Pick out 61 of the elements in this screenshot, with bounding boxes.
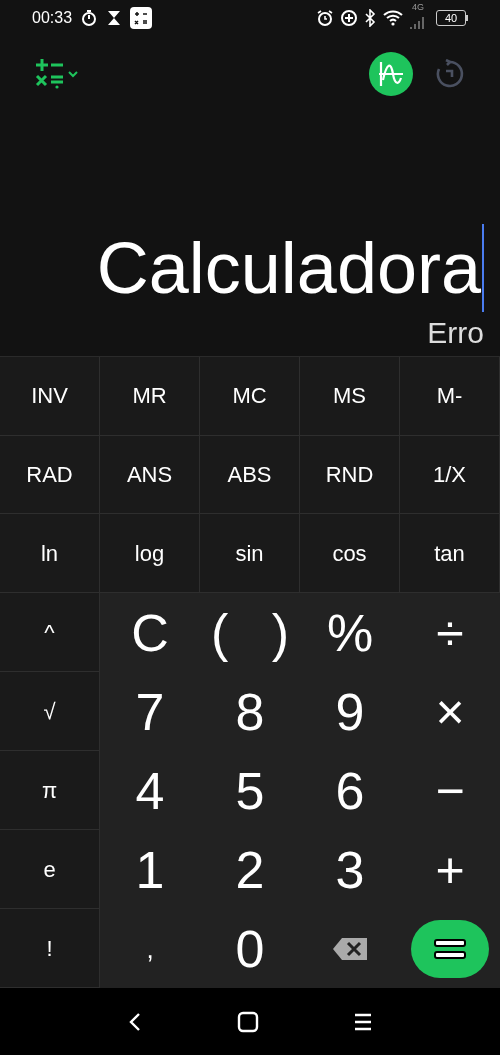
function-key[interactable]: M- [400,357,500,436]
keypad-key[interactable]: 2 [235,843,265,896]
keypad-key[interactable]: C [131,606,169,659]
operator-key[interactable]: × [435,686,465,737]
equals-button[interactable] [411,919,489,978]
keypad-key[interactable]: , [146,935,154,962]
keypad-key[interactable]: 5 [235,764,265,817]
keypad-key[interactable]: 9 [335,685,365,738]
keypad-key[interactable]: % [326,606,374,659]
function-key[interactable]: log [100,514,200,593]
function-key[interactable]: RAD [0,435,100,515]
function-key[interactable]: ANS [100,435,200,515]
arithmetic-icon [35,59,65,89]
function-key[interactable]: INV [0,357,100,436]
function-key[interactable]: MS [300,357,400,436]
hourglass-icon [106,9,123,27]
equals-icon [434,937,466,960]
function-key[interactable]: ABS [200,435,300,515]
function-key[interactable]: sin [200,514,300,593]
keypad-key[interactable]: 0 [235,922,265,975]
converter-menu-button[interactable] [35,59,78,89]
function-key[interactable]: MC [200,357,300,436]
keypad-key[interactable]: 3 [335,843,365,896]
keypad-key[interactable]: 6 [335,764,365,817]
function-key[interactable]: RND [300,435,400,515]
function-key[interactable]: π [0,751,99,830]
stopwatch-icon [80,9,99,27]
back-icon[interactable] [127,1011,143,1032]
bluetooth-icon [364,9,376,27]
alarm-icon [316,9,334,27]
keypad-key[interactable]: 8 [235,685,265,738]
chevron-down-icon [68,70,78,78]
expression-field[interactable]: Calculadora [96,232,481,304]
function-key[interactable]: ln [0,514,100,593]
function-key[interactable]: cos [300,514,400,593]
function-key[interactable]: MR [100,357,200,436]
wifi-icon [382,9,404,27]
battery-level-text: 40 [444,12,458,24]
result-text: Erro [427,318,484,348]
cellular-signal-icon [410,16,426,30]
clock-time: 00:33 [32,8,73,28]
function-key[interactable]: √ [0,672,99,751]
function-key[interactable]: ^ [0,593,99,672]
network-type-label: 4G [412,3,424,12]
menu-icon[interactable] [353,1011,373,1032]
function-key[interactable]: e [0,830,99,909]
function-key[interactable]: tan [400,514,500,593]
operator-key[interactable]: + [435,844,465,895]
function-graph-icon [377,60,405,88]
data-saver-icon [340,9,358,27]
operator-key[interactable]: ÷ [436,607,464,658]
graph-button[interactable] [369,52,413,96]
backspace-icon [332,936,368,961]
function-key[interactable]: 1/X [400,435,500,515]
calculator-icon [130,7,153,29]
operator-key[interactable]: − [435,765,465,816]
keypad-key[interactable]: 1 [135,843,165,896]
home-icon[interactable] [237,1010,259,1033]
keypad-key[interactable]: 7 [135,685,165,738]
keypad-key[interactable]: 4 [135,764,165,817]
backspace-button[interactable] [332,936,368,961]
